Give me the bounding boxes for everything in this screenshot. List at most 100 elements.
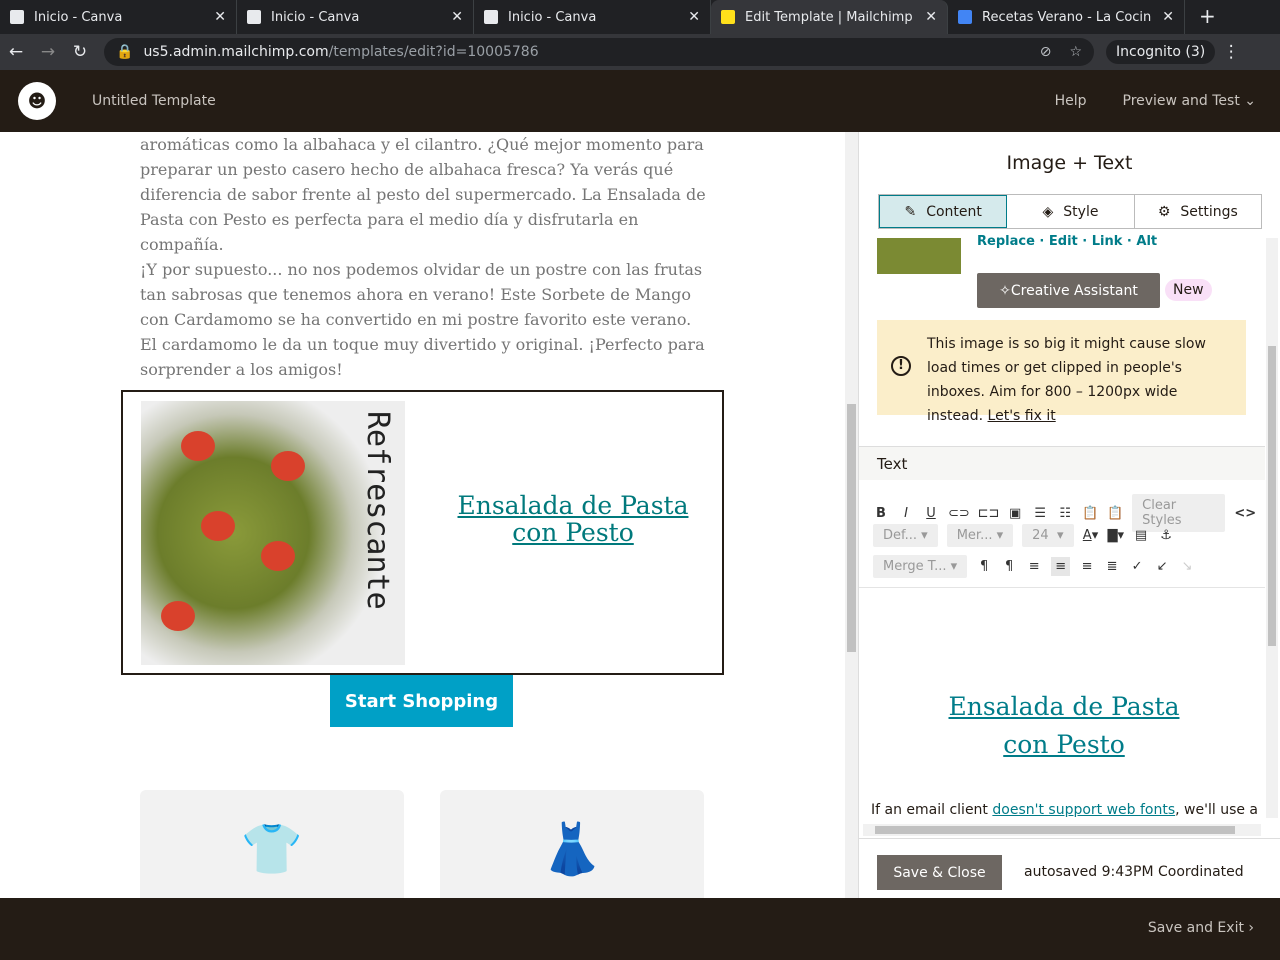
browser-tabs: Inicio - Canva ✕ Inicio - Canva ✕ Inicio -… (0, 0, 1280, 34)
source-code-icon[interactable]: <> (1234, 506, 1256, 521)
close-tab-icon[interactable]: ✕ (1162, 9, 1174, 25)
canva-favicon-icon (484, 10, 498, 24)
rich-text-editor[interactable]: Ensalada de Pasta con Pesto (859, 587, 1265, 787)
redo-icon[interactable]: ↘ (1179, 559, 1195, 574)
autosave-status: autosaved 9:43PM Coordinated (1024, 864, 1244, 880)
browser-tab[interactable]: Inicio - Canva ✕ (237, 0, 474, 34)
email-canvas: aromáticas como la albahaca y el cilantr… (0, 132, 858, 898)
link-icon[interactable]: ⊂⊃ (948, 506, 970, 521)
reload-icon[interactable]: ↻ (64, 42, 96, 62)
product-card-dress[interactable]: 👗 (440, 790, 704, 898)
web-fonts-link[interactable]: doesn't support web fonts (992, 802, 1175, 818)
help-link[interactable]: Help (1055, 93, 1087, 109)
star-icon[interactable]: ☆ (1069, 44, 1082, 60)
toolbar-row-3: Merge T... ▾ ¶ ¶ ≡ ≡ ≡ ≣ ✓ ↙ ↘ (873, 555, 1195, 578)
forward-icon[interactable]: → (32, 42, 64, 62)
bold-icon[interactable]: B (873, 506, 889, 521)
creative-assistant-button[interactable]: ✧ Creative Assistant (977, 273, 1160, 308)
eye-off-icon[interactable]: ⊘ (1040, 44, 1052, 60)
spellcheck-icon[interactable]: ✓ (1129, 559, 1145, 574)
background-color-icon[interactable]: ▇▾ (1108, 528, 1125, 543)
image-text-block-selected[interactable]: Refrescante Ensalada de Pasta con Pesto (121, 390, 724, 675)
size-select[interactable]: 24 ▾ (1022, 524, 1074, 547)
replace-link[interactable]: Replace (977, 234, 1035, 249)
link-link[interactable]: Link (1092, 234, 1123, 249)
new-badge: New (1165, 279, 1212, 301)
paste-word-icon[interactable]: 📋 (1107, 506, 1123, 521)
bullet-list-icon[interactable]: ☷ (1057, 506, 1073, 521)
mailchimp-logo-icon[interactable]: ☻ (18, 82, 56, 120)
format-select[interactable]: Def... ▾ (873, 524, 938, 547)
back-icon[interactable]: ← (0, 42, 32, 62)
merge-tags-select[interactable]: Merge T... ▾ (873, 555, 968, 578)
save-and-exit-button[interactable]: Save and Exit › (1148, 920, 1254, 936)
canvas-scrollbar[interactable] (845, 132, 858, 898)
browser-tab[interactable]: Inicio - Canva ✕ (0, 0, 237, 34)
align-center-icon[interactable]: ≡ (1051, 557, 1071, 576)
edit-link[interactable]: Edit (1049, 234, 1078, 249)
email-paragraph[interactable]: aromáticas como la albahaca y el cilantr… (140, 132, 710, 257)
image-thumbnail (877, 238, 961, 274)
toolbar-row-2: Def... ▾ Mer... ▾ 24 ▾ A▾ ▇▾ ▤ ⚓ (873, 524, 1174, 547)
gear-icon: ⚙ (1157, 203, 1171, 220)
browser-tab-active[interactable]: Edit Template | Mailchimp ✕ (711, 0, 948, 34)
ltr-icon[interactable]: ¶ (976, 559, 992, 574)
new-tab-button[interactable]: + (1185, 0, 1230, 34)
pasta-image[interactable]: Refrescante (141, 401, 405, 665)
align-left-icon[interactable]: ≡ (1026, 559, 1042, 574)
menu-icon[interactable]: ⋮ (1215, 42, 1247, 62)
image-icon[interactable]: ▣ (1007, 506, 1023, 521)
fix-it-link[interactable]: Let's fix it (988, 408, 1056, 424)
text-color-icon[interactable]: A▾ (1083, 528, 1099, 543)
close-tab-icon[interactable]: ✕ (688, 9, 700, 25)
italic-icon[interactable]: I (898, 506, 914, 521)
image-size-warning: ! This image is so big it might cause sl… (877, 320, 1246, 424)
panel-footer: Save & Close autosaved 9:43PM Coordinate… (859, 838, 1280, 898)
email-paragraph[interactable]: ¡Y por supuesto... no nos podemos olvida… (140, 257, 710, 382)
app-header: ☻ Untitled Template Help Preview and Tes… (0, 70, 1280, 132)
block-icon[interactable]: ▤ (1133, 528, 1149, 543)
undo-icon[interactable]: ↙ (1154, 559, 1170, 574)
recipe-link[interactable]: Ensalada de Pasta con Pesto (443, 492, 703, 546)
close-tab-icon[interactable]: ✕ (451, 9, 463, 25)
font-select[interactable]: Mer... ▾ (946, 524, 1014, 547)
product-card-shirt[interactable]: 👕 (140, 790, 404, 898)
address-bar-row: ← → ↻ 🔒 us5.admin.mailchimp.com/templates… (0, 34, 1280, 70)
rtl-icon[interactable]: ¶ (1001, 559, 1017, 574)
underline-icon[interactable]: U (923, 506, 939, 521)
paint-icon: ◈ (1042, 203, 1054, 220)
start-shopping-button[interactable]: Start Shopping (330, 675, 513, 727)
alt-link[interactable]: Alt (1136, 234, 1157, 249)
url-input[interactable]: 🔒 us5.admin.mailchimp.com/templates/edit?… (104, 38, 1094, 66)
editor-horizontal-scrollbar[interactable] (863, 824, 1261, 836)
justify-icon[interactable]: ≣ (1104, 559, 1120, 574)
template-title[interactable]: Untitled Template (92, 93, 216, 109)
unlink-icon[interactable]: ⊏⊐ (978, 506, 1000, 521)
lock-icon: 🔒 (116, 44, 134, 60)
tab-style[interactable]: ◈ Style (1007, 195, 1135, 228)
mailchimp-favicon-icon (721, 10, 735, 24)
editor-link[interactable]: Ensalada de Pasta con Pesto (939, 688, 1189, 764)
panel-scrollbar[interactable] (1266, 238, 1278, 818)
browser-tab[interactable]: Inicio - Canva ✕ (474, 0, 711, 34)
tab-content[interactable]: ✎ Content (879, 195, 1008, 228)
anchor-icon[interactable]: ⚓ (1158, 528, 1174, 543)
close-tab-icon[interactable]: ✕ (925, 9, 937, 25)
align-right-icon[interactable]: ≡ (1079, 559, 1095, 574)
tab-settings[interactable]: ⚙ Settings (1135, 195, 1261, 228)
numbered-list-icon[interactable]: ☰ (1032, 506, 1048, 521)
dress-icon: 👗 (540, 820, 604, 878)
text-section-label: Text (859, 446, 1265, 480)
image-actions: Replace · Edit · Link · Alt (977, 234, 1158, 249)
pencil-icon: ✎ (904, 203, 917, 220)
save-and-close-button[interactable]: Save & Close (877, 855, 1002, 890)
paste-icon[interactable]: 📋 (1082, 506, 1098, 521)
preview-and-test-button[interactable]: Preview and Test ⌄ (1123, 93, 1257, 109)
incognito-badge[interactable]: Incognito (3) (1106, 40, 1216, 64)
panel-tabs: ✎ Content ◈ Style ⚙ Settings (878, 194, 1262, 229)
bottom-bar: Save and Exit › (0, 898, 1280, 960)
magic-wand-icon: ✧ (999, 282, 1011, 299)
close-tab-icon[interactable]: ✕ (214, 9, 226, 25)
browser-tab[interactable]: Recetas Verano - La Cocina ✕ (948, 0, 1185, 34)
alert-icon: ! (891, 356, 911, 376)
